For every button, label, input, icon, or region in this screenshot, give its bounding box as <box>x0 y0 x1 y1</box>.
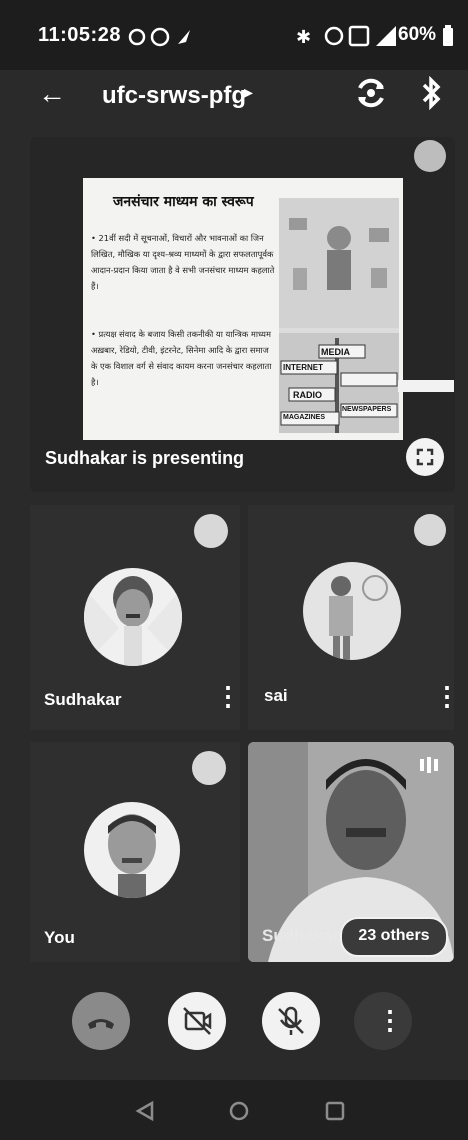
avatar <box>84 802 180 898</box>
status-time: 11:05:28 <box>38 24 121 46</box>
mic-muted-icon <box>414 514 446 546</box>
sign-media: MEDIA <box>321 347 350 357</box>
participant-name: sai <box>264 686 288 705</box>
mic-muted-icon <box>194 514 228 548</box>
end-call-button[interactable] <box>72 992 130 1050</box>
mic-off-icon <box>278 1006 304 1035</box>
status-system-icons: ✱ <box>296 25 396 48</box>
sign-internet: INTERNET <box>283 363 323 372</box>
nav-recents-icon[interactable] <box>324 1100 346 1122</box>
slide-bullet-1: • 21वीं सदी में सूचनाओं, विचारों और भावन… <box>91 233 275 291</box>
participant-name: You <box>44 928 75 947</box>
more-call-options-button[interactable]: ⋮ <box>354 992 412 1050</box>
chevron-right-icon[interactable]: ▸ <box>244 82 253 103</box>
participant-name: Sudhakar <box>44 690 122 709</box>
avatar <box>303 562 401 660</box>
battery-icon <box>443 25 453 46</box>
avatar <box>84 568 182 666</box>
nav-home-icon[interactable] <box>228 1100 250 1122</box>
status-notification-icons <box>128 27 190 47</box>
slide-illustration: MEDIA INTERNET RADIO MAGAZINES NEWSPAPER… <box>279 198 399 433</box>
nav-back-icon[interactable] <box>134 1100 156 1122</box>
sign-radio: RADIO <box>293 390 322 400</box>
fullscreen-icon <box>416 448 434 466</box>
camera-toggle-button[interactable] <box>168 992 226 1050</box>
camera-off-icon <box>183 1007 212 1035</box>
phone-hangup-icon <box>88 1019 114 1029</box>
back-arrow-icon[interactable]: ← <box>38 78 66 110</box>
sign-newspapers: NEWSPAPERS <box>342 406 392 413</box>
presentation-mic-muted-icon <box>414 140 446 172</box>
others-count-badge[interactable]: 23 others <box>340 917 448 957</box>
presenter-pointer <box>398 380 454 392</box>
sign-magazines: MAGAZINES <box>283 414 325 421</box>
mic-muted-icon <box>192 751 226 785</box>
audio-level-icon <box>418 756 440 774</box>
battery-percent: 60% <box>398 24 437 45</box>
svg-text:✱: ✱ <box>296 27 311 48</box>
slide-title: जनसंचार माध्यम का स्वरूप <box>113 194 254 210</box>
presentation-slide: जनसंचार माध्यम का स्वरूप • 21वीं सदी में… <box>83 178 403 440</box>
presenting-label: Sudhakar is presenting <box>45 448 245 468</box>
mic-toggle-button[interactable] <box>262 992 320 1050</box>
meeting-code-title[interactable]: ufc-srws-pfg <box>102 82 246 110</box>
switch-camera-icon[interactable] <box>354 76 388 110</box>
more-options-icon: ⋮ <box>377 1005 403 1035</box>
participant-name: Sudhakar <box>262 926 340 945</box>
more-options-icon[interactable]: ⋮ <box>434 681 460 712</box>
slide-bullet-2: • प्रत्यक्ष संवाद के बजाय किसी तकनीकी या… <box>91 329 272 387</box>
bluetooth-audio-icon[interactable] <box>416 76 446 110</box>
fullscreen-button[interactable] <box>406 438 444 476</box>
more-options-icon[interactable]: ⋮ <box>215 681 241 712</box>
